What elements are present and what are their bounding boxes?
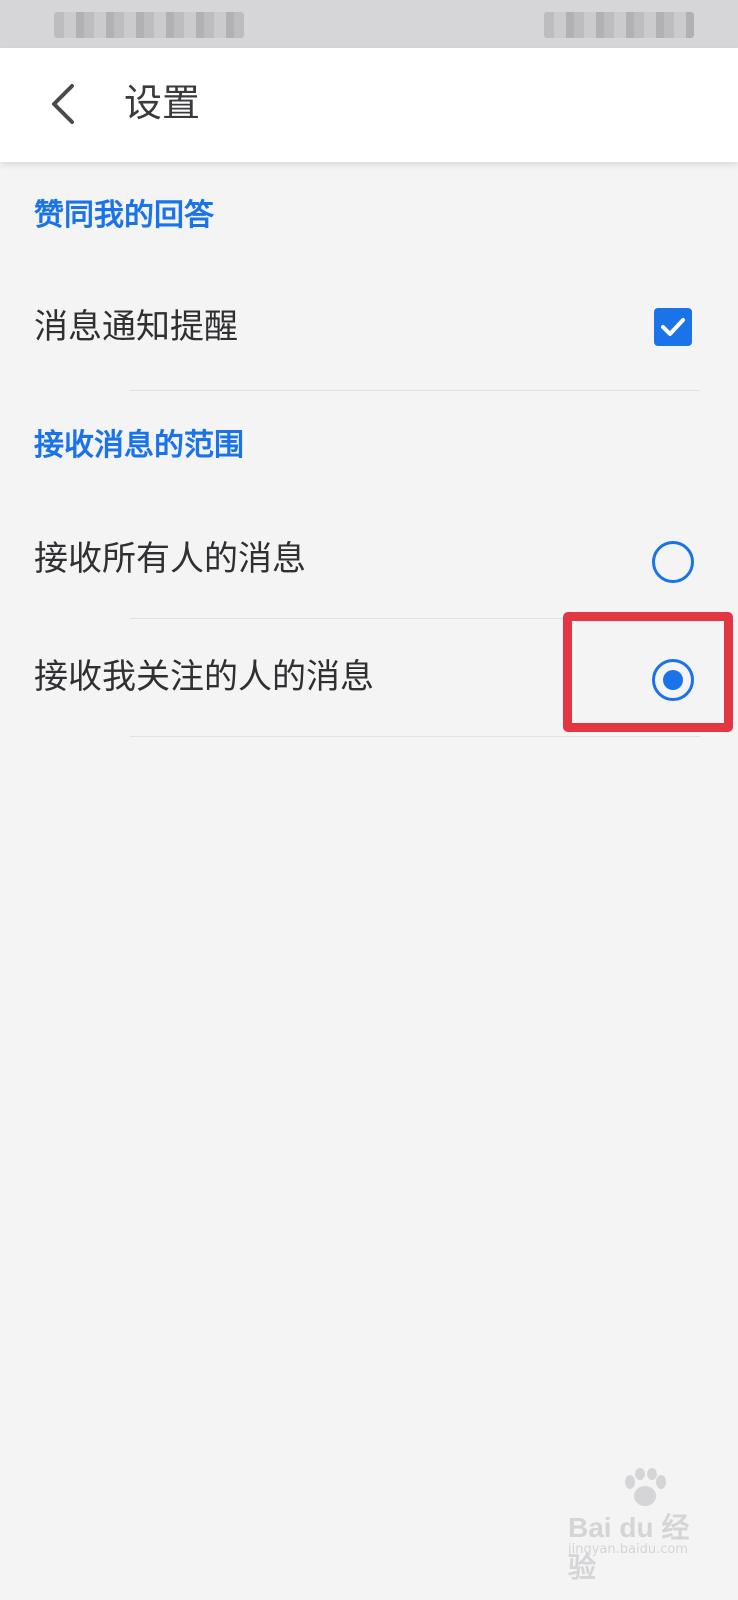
row-notification-reminder[interactable]: 消息通知提醒 [0, 274, 738, 384]
back-button[interactable] [30, 72, 94, 136]
row-label: 消息通知提醒 [34, 307, 238, 347]
chevron-left-icon [52, 84, 74, 124]
radio-receive-all[interactable] [652, 541, 694, 583]
section-header-likes: 赞同我的回答 [34, 198, 214, 233]
radio-receive-followed[interactable] [652, 659, 694, 701]
baidu-watermark: Bai du 经验 jingyan.baidu.com [556, 1462, 716, 1583]
row-label: 接收所有人的消息 [34, 539, 306, 579]
checkmark-icon [661, 318, 685, 336]
page-title: 设置 [124, 81, 201, 125]
radio-selected-dot [663, 670, 683, 690]
row-label: 接收我关注的人的消息 [34, 657, 374, 697]
app-header: 设置 [0, 48, 738, 162]
status-bar [0, 0, 738, 48]
divider [130, 736, 700, 737]
paw-logo-icon [625, 1468, 666, 1506]
row-receive-followed[interactable]: 接收我关注的人的消息 [0, 624, 738, 734]
notification-checkbox[interactable] [654, 308, 692, 346]
watermark-url: jingyan.baidu.com [568, 1542, 688, 1557]
section-header-message-scope: 接收消息的范围 [34, 428, 244, 463]
status-bar-blurred-right [544, 12, 694, 38]
status-bar-blurred-left [54, 12, 244, 38]
row-receive-all[interactable]: 接收所有人的消息 [0, 506, 738, 616]
divider [130, 390, 700, 391]
divider [130, 618, 700, 619]
